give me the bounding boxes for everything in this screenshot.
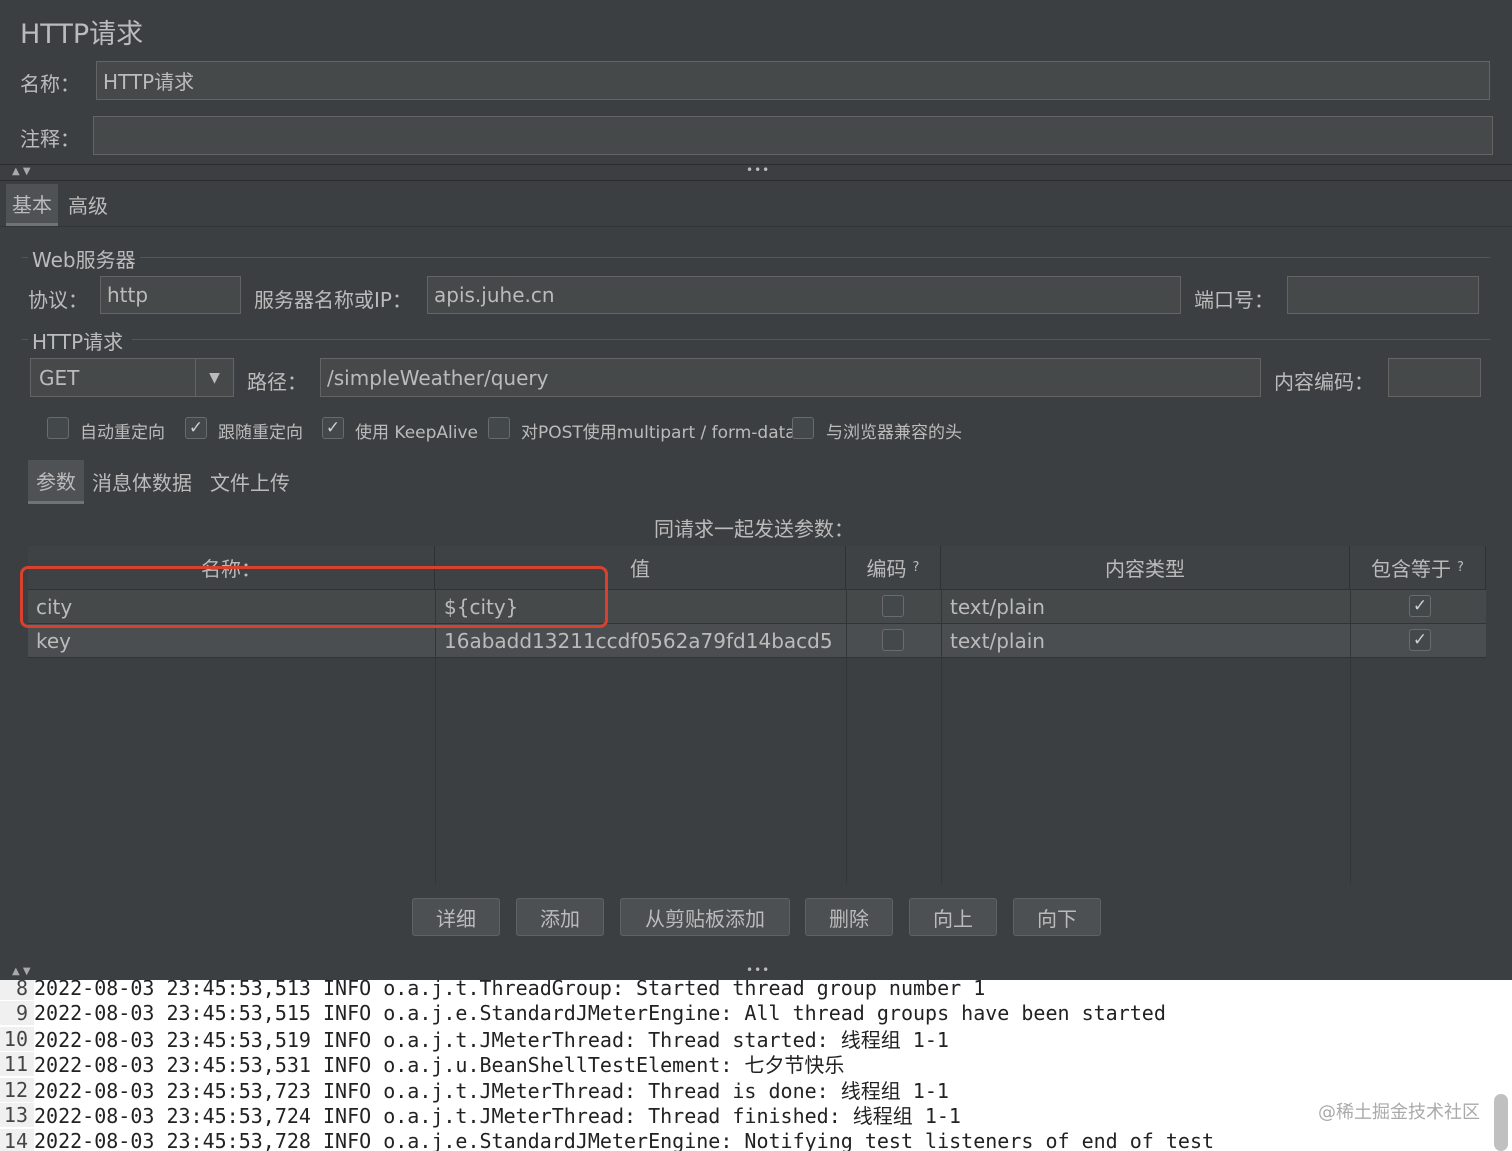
chevron-down-icon[interactable]: ▼ — [195, 359, 233, 396]
encode-checkbox[interactable] — [882, 629, 904, 651]
cell-value[interactable]: 16abadd13211ccdf0562a79fd14bacd5 — [444, 624, 833, 658]
collapse-arrows-icon[interactable]: ▲ ▼ — [12, 966, 31, 977]
keepalive-checkbox[interactable]: ✓ — [322, 417, 344, 439]
add-from-clipboard-button[interactable]: 从剪贴板添加 — [620, 898, 790, 936]
path-label: 路径： — [247, 370, 307, 394]
params-table: 名称： 值 编码? 内容类型 包含等于? city ${city} text/p… — [28, 546, 1486, 884]
tab-file-upload[interactable]: 文件上传 — [204, 460, 296, 502]
page-title: HTTP请求 — [20, 19, 144, 50]
keepalive-label: 使用 KeepAlive — [355, 423, 479, 443]
encode-checkbox[interactable] — [882, 595, 904, 617]
log-line: 8 2022-08-03 23:45:53,513 INFO o.a.j.t.Th… — [0, 980, 985, 1001]
path-input[interactable]: /simpleWeather/query — [320, 358, 1261, 397]
checkmark-icon: ✓ — [188, 418, 204, 438]
watermark: @稀土掘金技术社区 — [1318, 1102, 1480, 1123]
log-line: 14 2022-08-03 23:45:53,728 INFO o.a.j.e.S… — [0, 1128, 1214, 1151]
comment-label: 注释： — [20, 127, 80, 151]
cell-name[interactable]: key — [36, 624, 71, 658]
comment-input[interactable] — [93, 116, 1493, 155]
help-icon: ? — [912, 560, 920, 575]
move-up-button[interactable]: 向上 — [909, 898, 997, 936]
method-select[interactable]: GET ▼ — [30, 358, 234, 397]
header-name[interactable]: 名称： — [28, 546, 435, 590]
table-row[interactable]: key 16abadd13211ccdf0562a79fd14bacd5 tex… — [28, 624, 1486, 658]
checkmark-icon: ✓ — [1412, 596, 1428, 616]
drag-grip-icon[interactable]: ••• — [746, 963, 770, 977]
protocol-label: 协议： — [28, 288, 88, 312]
log-scrollbar[interactable] — [1494, 1094, 1508, 1151]
encoding-label: 内容编码： — [1274, 370, 1374, 394]
header-include-equals[interactable]: 包含等于? — [1350, 546, 1486, 590]
cell-value[interactable]: ${city} — [444, 590, 518, 624]
follow-redirect-label: 跟随重定向 — [218, 423, 303, 443]
log-panel[interactable]: 8 2022-08-03 23:45:53,513 INFO o.a.j.t.Th… — [0, 980, 1512, 1151]
http-request-group-label: HTTP请求 — [32, 330, 124, 354]
header-value[interactable]: 值 — [435, 546, 846, 590]
move-down-button[interactable]: 向下 — [1013, 898, 1101, 936]
web-server-group-label: Web服务器 — [32, 248, 136, 272]
delete-button[interactable]: 删除 — [805, 898, 893, 936]
detail-button[interactable]: 详细 — [412, 898, 500, 936]
multipart-label: 对POST使用multipart / form-data — [521, 423, 796, 443]
name-input[interactable]: HTTP请求 — [96, 61, 1490, 100]
tab-advanced[interactable]: 高级 — [62, 184, 114, 224]
cell-name[interactable]: city — [36, 590, 72, 624]
header-content-type[interactable]: 内容类型 — [941, 546, 1350, 590]
header-encode[interactable]: 编码? — [846, 546, 941, 590]
log-line: 10 2022-08-03 23:45:53,519 INFO o.a.j.t.J… — [0, 1026, 949, 1052]
params-caption: 同请求一起发送参数： — [654, 517, 854, 541]
tab-body-data[interactable]: 消息体数据 — [86, 460, 198, 502]
auto-redirect-checkbox[interactable] — [47, 417, 69, 439]
collapse-arrows-icon[interactable]: ▲ ▼ — [12, 166, 31, 177]
drag-grip-icon[interactable]: ••• — [746, 163, 770, 177]
protocol-input[interactable]: http — [100, 276, 241, 314]
method-value: GET — [39, 365, 80, 390]
cell-content-type[interactable]: text/plain — [950, 590, 1045, 624]
help-icon: ? — [1457, 560, 1464, 575]
log-line: 13 2022-08-03 23:45:53,724 INFO o.a.j.t.J… — [0, 1102, 961, 1128]
browser-headers-checkbox[interactable] — [792, 417, 814, 439]
log-line: 11 2022-08-03 23:45:53,531 INFO o.a.j.u.B… — [0, 1051, 844, 1077]
server-label: 服务器名称或IP： — [254, 288, 412, 312]
tab-basic[interactable]: 基本 — [6, 184, 58, 226]
log-line: 9 2022-08-03 23:45:53,515 INFO o.a.j.e.St… — [0, 1000, 1166, 1026]
checkmark-icon: ✓ — [1412, 630, 1428, 650]
browser-headers-label: 与浏览器兼容的头 — [826, 423, 962, 443]
include-equals-checkbox[interactable]: ✓ — [1409, 595, 1431, 617]
name-label: 名称： — [20, 72, 80, 96]
tab-params[interactable]: 参数 — [28, 460, 84, 504]
add-button[interactable]: 添加 — [516, 898, 604, 936]
multipart-checkbox[interactable] — [488, 417, 510, 439]
port-input[interactable] — [1287, 276, 1479, 314]
log-line: 12 2022-08-03 23:45:53,723 INFO o.a.j.t.J… — [0, 1077, 949, 1103]
follow-redirect-checkbox[interactable]: ✓ — [185, 417, 207, 439]
port-label: 端口号： — [1194, 288, 1274, 312]
checkmark-icon: ✓ — [325, 418, 341, 438]
include-equals-checkbox[interactable]: ✓ — [1409, 629, 1431, 651]
encoding-input[interactable] — [1388, 358, 1481, 397]
table-row[interactable]: city ${city} text/plain ✓ — [28, 590, 1486, 624]
cell-content-type[interactable]: text/plain — [950, 624, 1045, 658]
auto-redirect-label: 自动重定向 — [80, 423, 165, 443]
server-input[interactable]: apis.juhe.cn — [427, 276, 1181, 314]
